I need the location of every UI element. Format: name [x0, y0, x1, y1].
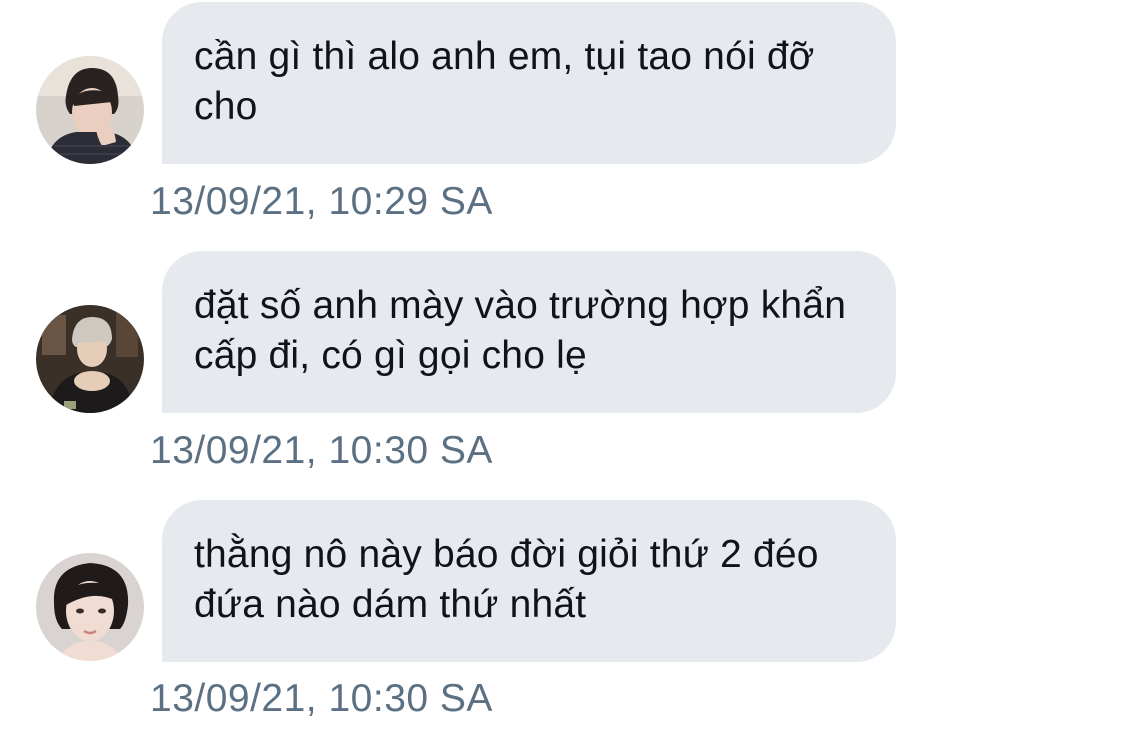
- message-text: cần gì thì alo anh em, tụi tao nói đỡ ch…: [194, 35, 815, 128]
- profile-photo-hands-clasped-icon: [36, 305, 144, 413]
- message-bubble[interactable]: thằng nô này báo đời giỏi thứ 2 đéo đứa …: [162, 500, 896, 662]
- message-text: đặt số anh mày vào trường hợp khẩn cấp đ…: [194, 284, 847, 377]
- avatar-1[interactable]: [36, 56, 144, 164]
- message-timestamp: 13/09/21, 10:29 SA: [150, 180, 493, 223]
- message-bubble[interactable]: đặt số anh mày vào trường hợp khẩn cấp đ…: [162, 251, 896, 413]
- profile-photo-hand-on-face-icon: [36, 56, 144, 164]
- message-timestamp: 13/09/21, 10:30 SA: [150, 677, 493, 720]
- avatar-2[interactable]: [36, 305, 144, 413]
- avatar-3[interactable]: [36, 553, 144, 661]
- profile-photo-portrait-icon: [36, 553, 144, 661]
- message-timestamp: 13/09/21, 10:30 SA: [150, 429, 493, 472]
- message-bubble[interactable]: cần gì thì alo anh em, tụi tao nói đỡ ch…: [162, 2, 896, 164]
- message-text: thằng nô này báo đời giỏi thứ 2 đéo đứa …: [194, 533, 819, 626]
